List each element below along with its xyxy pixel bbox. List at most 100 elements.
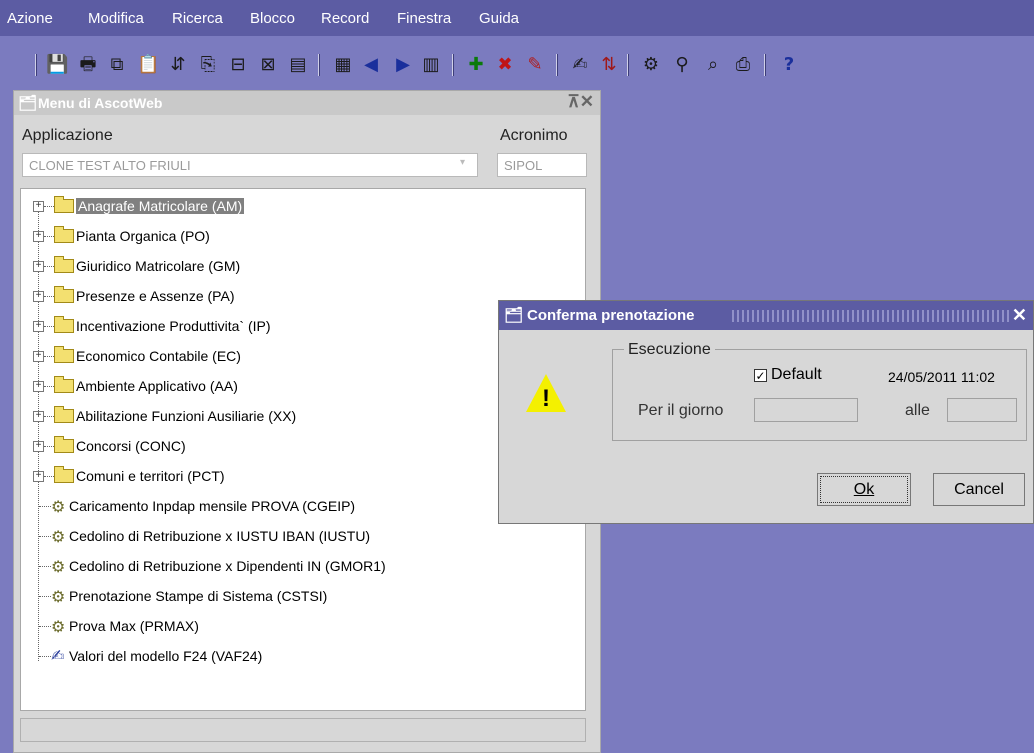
clear-icon[interactable]: ⊠ bbox=[257, 54, 279, 76]
add-icon[interactable]: ✚ bbox=[465, 54, 487, 76]
delete-icon[interactable]: ⊟ bbox=[227, 54, 249, 76]
dialog-title: Conferma prenotazione bbox=[527, 307, 695, 324]
expand-icon[interactable]: + bbox=[33, 411, 44, 422]
app-icon: 🗂 bbox=[504, 307, 524, 324]
menu-guida[interactable]: Guida bbox=[479, 10, 519, 27]
print-icon[interactable]: 🖶 bbox=[77, 54, 99, 76]
menu-bar: Azione Modifica Ricerca Blocco Record Fi… bbox=[0, 0, 1034, 36]
gears-icon: ⚙ bbox=[51, 527, 66, 546]
count-icon[interactable]: ▤ bbox=[287, 54, 309, 76]
list-icon[interactable]: ▦ bbox=[332, 54, 354, 76]
expand-icon[interactable]: + bbox=[33, 201, 44, 212]
tree-item-label: Valori del modello F24 (VAF24) bbox=[69, 648, 263, 664]
toolbar-separator bbox=[318, 54, 320, 76]
tree-item-label: Prenotazione Stampe di Sistema (CSTSI) bbox=[69, 588, 328, 604]
save-icon[interactable]: 💾 bbox=[46, 54, 68, 76]
applicazione-label: Applicazione bbox=[22, 127, 113, 144]
tree-item-label: Incentivazione Produttivita` (IP) bbox=[76, 318, 271, 334]
menu-ricerca[interactable]: Ricerca bbox=[172, 10, 223, 27]
time-label: alle bbox=[905, 402, 930, 419]
tree-item-label: Anagrafe Matricolare (AM) bbox=[76, 198, 245, 214]
confirm-dialog: 🗂 Conferma prenotazione ✕ ! Esecuzione ✓… bbox=[498, 300, 1034, 524]
folder-icon bbox=[54, 196, 74, 213]
warning-mark: ! bbox=[542, 385, 550, 412]
tree-item-label: Giuridico Matricolare (GM) bbox=[76, 258, 241, 274]
toolbar-separator bbox=[35, 54, 37, 76]
help-icon[interactable]: ? bbox=[778, 54, 800, 76]
esecuzione-group bbox=[612, 349, 1027, 441]
tree-item-label: Caricamento Inpdap mensile PROVA (CGEIP) bbox=[69, 498, 356, 514]
panel-controls[interactable]: ⊼✕ bbox=[567, 92, 594, 112]
tools-icon[interactable]: ⚙ bbox=[640, 54, 662, 76]
gears-icon: ⚙ bbox=[51, 587, 66, 606]
expand-icon[interactable]: + bbox=[33, 291, 44, 302]
folder-icon bbox=[54, 406, 74, 423]
find-icon[interactable]: ⚲ bbox=[671, 54, 693, 76]
expand-icon[interactable]: + bbox=[33, 321, 44, 332]
paste-icon[interactable]: 📋 bbox=[137, 54, 159, 76]
remove-icon[interactable]: ✖ bbox=[494, 54, 516, 76]
default-label: Default bbox=[771, 366, 822, 383]
acronimo-label: Acronimo bbox=[500, 127, 568, 144]
toolbar-separator bbox=[764, 54, 766, 76]
datetime-value: 24/05/2011 11:02 bbox=[888, 369, 995, 385]
expand-icon[interactable]: + bbox=[33, 441, 44, 452]
menu-blocco[interactable]: Blocco bbox=[250, 10, 295, 27]
duplicate-icon[interactable]: ⎘ bbox=[197, 54, 219, 76]
acronimo-field: SIPOL bbox=[497, 153, 587, 177]
export-icon[interactable]: ⎙ bbox=[732, 54, 754, 76]
tree-item-label: Abilitazione Funzioni Ausiliarie (XX) bbox=[76, 408, 297, 424]
expand-icon[interactable]: + bbox=[33, 471, 44, 482]
prev-icon[interactable]: ◀ bbox=[360, 54, 382, 76]
app-icon: 🗂 bbox=[18, 95, 38, 112]
panel-title: Menu di AscotWeb bbox=[38, 95, 163, 111]
panel-titlebar: 🗂 Menu di AscotWeb ⊼✕ bbox=[14, 91, 600, 115]
expand-icon[interactable]: + bbox=[33, 231, 44, 242]
toolbar-separator bbox=[627, 54, 629, 76]
gears-icon: ⚙ bbox=[51, 497, 66, 516]
cancel-button[interactable]: Cancel bbox=[933, 473, 1025, 506]
copy-icon[interactable]: ⧉ bbox=[106, 54, 128, 76]
menu-finestra[interactable]: Finestra bbox=[397, 10, 451, 27]
sort-icon[interactable]: ⇅ bbox=[598, 54, 620, 76]
gears-icon: ⚙ bbox=[51, 617, 66, 636]
properties-icon[interactable]: ✍ bbox=[569, 54, 591, 76]
tree-item-label: Economico Contabile (EC) bbox=[76, 348, 241, 364]
folder-icon bbox=[54, 436, 74, 453]
folder-icon bbox=[54, 466, 74, 483]
folder-icon bbox=[54, 286, 74, 303]
grid-icon[interactable]: ▥ bbox=[420, 54, 442, 76]
expand-icon[interactable]: + bbox=[33, 381, 44, 392]
folder-icon bbox=[54, 376, 74, 393]
form-edit-icon: ✍ bbox=[51, 646, 65, 665]
gears-icon: ⚙ bbox=[51, 557, 66, 576]
menu-modifica[interactable]: Modifica bbox=[88, 10, 144, 27]
day-input[interactable] bbox=[754, 398, 858, 422]
titlebar-pattern bbox=[729, 310, 1009, 322]
tree-item-label: Presenze e Assenze (PA) bbox=[76, 288, 235, 304]
ok-button[interactable]: Ok bbox=[817, 473, 911, 506]
menu-record[interactable]: Record bbox=[321, 10, 369, 27]
edit-icon[interactable]: ✎ bbox=[524, 54, 546, 76]
folder-icon bbox=[54, 226, 74, 243]
folder-icon bbox=[54, 346, 74, 363]
toolbar: 💾 🖶 ⧉ 📋 ⇵ ⎘ ⊟ ⊠ ▤ ▦ ◀ ▶ ▥ ✚ ✖ ✎ ✍ ⇅ ⚙ ⚲ … bbox=[0, 36, 1034, 90]
status-bar bbox=[20, 718, 586, 742]
tree-item-label: Pianta Organica (PO) bbox=[76, 228, 210, 244]
close-icon[interactable]: ✕ bbox=[1012, 305, 1027, 326]
default-checkbox[interactable]: ✓ bbox=[754, 369, 767, 383]
expand-icon[interactable]: + bbox=[33, 351, 44, 362]
insert-icon[interactable]: ⇵ bbox=[167, 54, 189, 76]
query-icon[interactable]: ⌕ bbox=[702, 54, 724, 76]
tree-item-label: Cedolino di Retribuzione x IUSTU IBAN (I… bbox=[69, 528, 371, 544]
time-input[interactable] bbox=[947, 398, 1017, 422]
next-icon[interactable]: ▶ bbox=[392, 54, 414, 76]
chevron-down-icon[interactable]: ▾ bbox=[460, 157, 465, 168]
folder-icon bbox=[54, 256, 74, 273]
dialog-titlebar: 🗂 Conferma prenotazione ✕ bbox=[499, 301, 1033, 330]
expand-icon[interactable]: + bbox=[33, 261, 44, 272]
tree-item-label: Cedolino di Retribuzione x Dipendenti IN… bbox=[69, 558, 386, 574]
menu-azione[interactable]: Azione bbox=[7, 10, 53, 27]
applicazione-select[interactable]: CLONE TEST ALTO FRIULI bbox=[22, 153, 478, 177]
group-title: Esecuzione bbox=[624, 341, 715, 359]
